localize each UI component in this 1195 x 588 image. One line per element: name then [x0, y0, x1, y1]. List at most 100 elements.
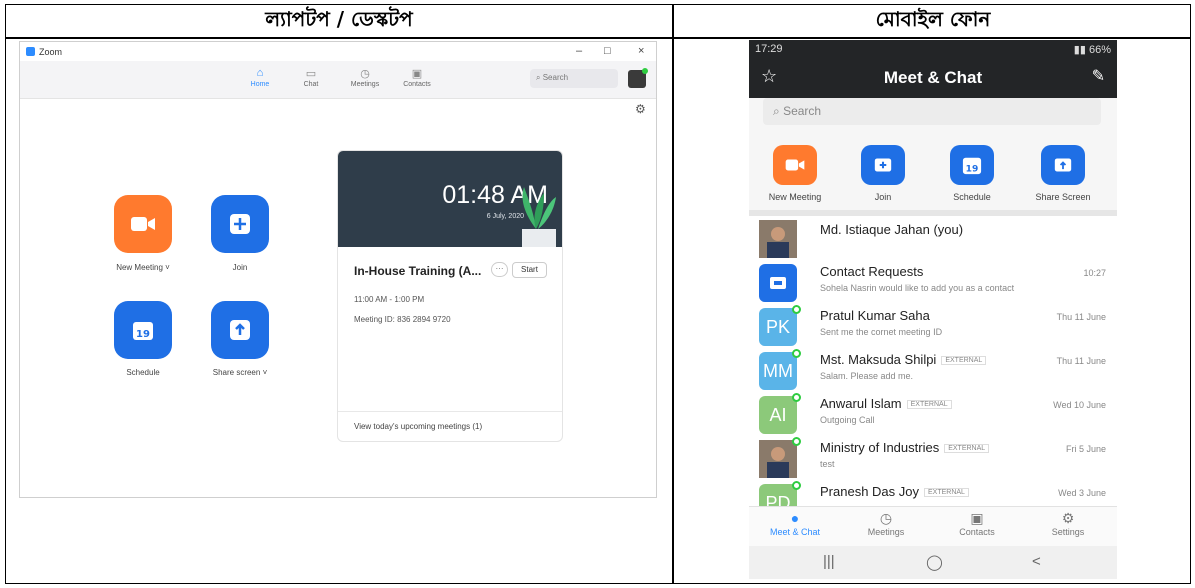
screen-title: Meet & Chat — [883, 68, 983, 87]
tab-home[interactable]: ⌂ Home — [240, 67, 280, 88]
app-header: ☆ Meet & Chat ✎ — [749, 60, 1117, 98]
nav-contacts[interactable]: ▣ Contacts — [937, 510, 1017, 537]
nav-meetings[interactable]: ◷ Meetings — [846, 510, 926, 537]
tab-chat[interactable]: ▭ Chat — [291, 67, 331, 88]
upcoming-meetings-link[interactable]: View today's upcoming meetings (1) — [338, 411, 562, 441]
start-button[interactable]: Start — [512, 262, 547, 278]
minimize-button[interactable]: – — [576, 45, 582, 57]
share-screen-button[interactable] — [211, 301, 269, 359]
avatar[interactable] — [628, 68, 648, 88]
video-camera-icon — [785, 159, 805, 171]
schedule-label: Schedule — [126, 368, 160, 377]
plus-icon — [874, 158, 892, 172]
nav-meet-chat[interactable]: ● Meet & Chat — [755, 510, 835, 537]
clock-icon: ◷ — [879, 510, 893, 526]
meeting-title: In-House Training (A... — [354, 264, 482, 278]
list-item[interactable]: PK Pratul Kumar Saha Sent me the cornet … — [749, 304, 1117, 348]
mobile-heading: মোবাইল ফোন — [875, 6, 991, 31]
upcoming-meeting-card: 01:48 AM 6 July, 2020 In-House Training … — [337, 150, 563, 442]
contact-name: Md. Istiaque Jahan (you) — [820, 222, 964, 237]
meeting-id: Meeting ID: 836 2894 9720 — [354, 315, 451, 324]
contact-name: Pranesh Das Joy EXTERNAL — [820, 484, 969, 499]
external-badge: EXTERNAL — [941, 356, 987, 366]
chat-bubble-icon: ● — [790, 510, 800, 526]
schedule-button[interactable]: 19 — [114, 301, 172, 359]
search-input[interactable]: ⌕ Search — [530, 69, 618, 88]
bottom-nav: ● Meet & Chat ◷ Meetings ▣ Contacts ⚙ Se… — [749, 506, 1117, 546]
tab-home-label: Home — [250, 81, 270, 88]
search-input[interactable]: ⌕ Search — [763, 98, 1101, 125]
calendar-day: 19 — [136, 329, 150, 340]
contacts-icon: ▣ — [970, 510, 984, 526]
home-icon: ⌂ — [256, 67, 264, 79]
tab-chat-label: Chat — [303, 81, 319, 88]
list-item[interactable]: PD Pranesh Das Joy EXTERNAL Wed 3 June — [749, 480, 1117, 506]
nav-settings[interactable]: ⚙ Settings — [1028, 510, 1108, 537]
zoom-desktop-window: Zoom – □ × ⌂ Home ▭ Chat ◷ Meetings ▣ Co… — [19, 41, 657, 498]
clock-icon: ◷ — [360, 68, 370, 80]
desktop-heading: ল্যাপটপ / ডেস্কটপ — [265, 6, 413, 31]
recent-apps-button[interactable]: ||| — [823, 553, 835, 570]
contact-time: Thu 11 June — [1056, 312, 1106, 322]
contact-time: Thu 11 June — [1056, 356, 1106, 366]
battery-level: ▮▮ 66% — [1073, 44, 1111, 56]
chat-icon: ▭ — [305, 68, 317, 80]
new-meeting-button[interactable] — [114, 195, 172, 253]
clock-banner: 01:48 AM 6 July, 2020 — [338, 151, 562, 247]
zoom-mobile-screen: 17:29 ▮▮ 66% ☆ Meet & Chat ✎ ⌕ Search Ne… — [749, 40, 1117, 579]
join-button[interactable] — [861, 145, 905, 185]
contact-time: Fri 5 June — [1065, 444, 1106, 454]
plus-icon — [230, 214, 250, 234]
join-button[interactable] — [211, 195, 269, 253]
window-titlebar: Zoom — [20, 42, 656, 61]
avatar: PK — [759, 305, 801, 346]
home-button[interactable]: ◯ — [926, 553, 943, 571]
contact-time: Wed 3 June — [1058, 488, 1106, 498]
tab-contacts[interactable]: ▣ Contacts — [397, 67, 437, 88]
status-time: 17:29 — [755, 43, 783, 55]
status-bar: 17:29 ▮▮ 66% — [749, 40, 1117, 60]
contact-time: 10:27 — [1083, 268, 1106, 278]
list-item[interactable]: AI Anwarul Islam EXTERNAL Outgoing Call W… — [749, 392, 1117, 436]
search-placeholder: Search — [783, 104, 822, 118]
contact-message: test — [820, 459, 835, 469]
system-nav-bar: ||| ◯ < — [749, 546, 1117, 579]
share-screen-button[interactable] — [1041, 145, 1085, 185]
list-item[interactable]: MM Mst. Maksuda Shilpi EXTERNAL Salam. Pl… — [749, 348, 1117, 392]
schedule-button[interactable]: 19 — [950, 145, 994, 185]
top-toolbar: ⌂ Home ▭ Chat ◷ Meetings ▣ Contacts ⌕ Se… — [20, 61, 656, 99]
list-item[interactable]: Ministry of Industries EXTERNAL test Fri … — [749, 436, 1117, 480]
schedule-label: Schedule — [953, 192, 991, 202]
list-item-self[interactable]: Md. Istiaque Jahan (you) — [749, 216, 1117, 260]
more-options-button[interactable]: ··· — [491, 262, 508, 277]
avatar: PD — [759, 481, 801, 506]
contact-requests-icon — [759, 264, 797, 302]
settings-gear-icon[interactable]: ⚙ — [635, 102, 646, 116]
nav-label: Contacts — [959, 527, 995, 537]
back-button[interactable]: < — [1032, 553, 1041, 570]
contact-name: Pratul Kumar Saha — [820, 308, 930, 323]
share-screen-label: Share Screen — [1035, 192, 1091, 202]
compose-icon[interactable]: ✎ — [1092, 66, 1105, 86]
person-photo-icon — [759, 440, 797, 478]
external-badge: EXTERNAL — [924, 488, 969, 498]
video-camera-icon — [131, 217, 155, 231]
close-button[interactable]: × — [638, 45, 644, 57]
gear-icon: ⚙ — [1061, 510, 1075, 526]
search-placeholder: Search — [542, 73, 569, 82]
avatar: MM — [759, 349, 801, 390]
join-label: Join — [232, 263, 248, 272]
avatar — [759, 220, 797, 258]
nav-label: Meet & Chat — [769, 527, 821, 537]
tab-meetings-label: Meetings — [350, 81, 380, 88]
contact-message: Salam. Please add me. — [820, 371, 914, 381]
online-status-dot — [792, 393, 801, 402]
list-item-contact-requests[interactable]: Contact Requests Sohela Nasrin would lik… — [749, 260, 1117, 304]
avatar: AI — [759, 393, 801, 434]
new-meeting-button[interactable] — [773, 145, 817, 185]
join-label: Join — [874, 192, 892, 202]
calendar-icon: 19 — [133, 322, 153, 340]
online-status-dot — [792, 481, 801, 490]
maximize-button[interactable]: □ — [604, 45, 611, 57]
tab-meetings[interactable]: ◷ Meetings — [345, 67, 385, 88]
